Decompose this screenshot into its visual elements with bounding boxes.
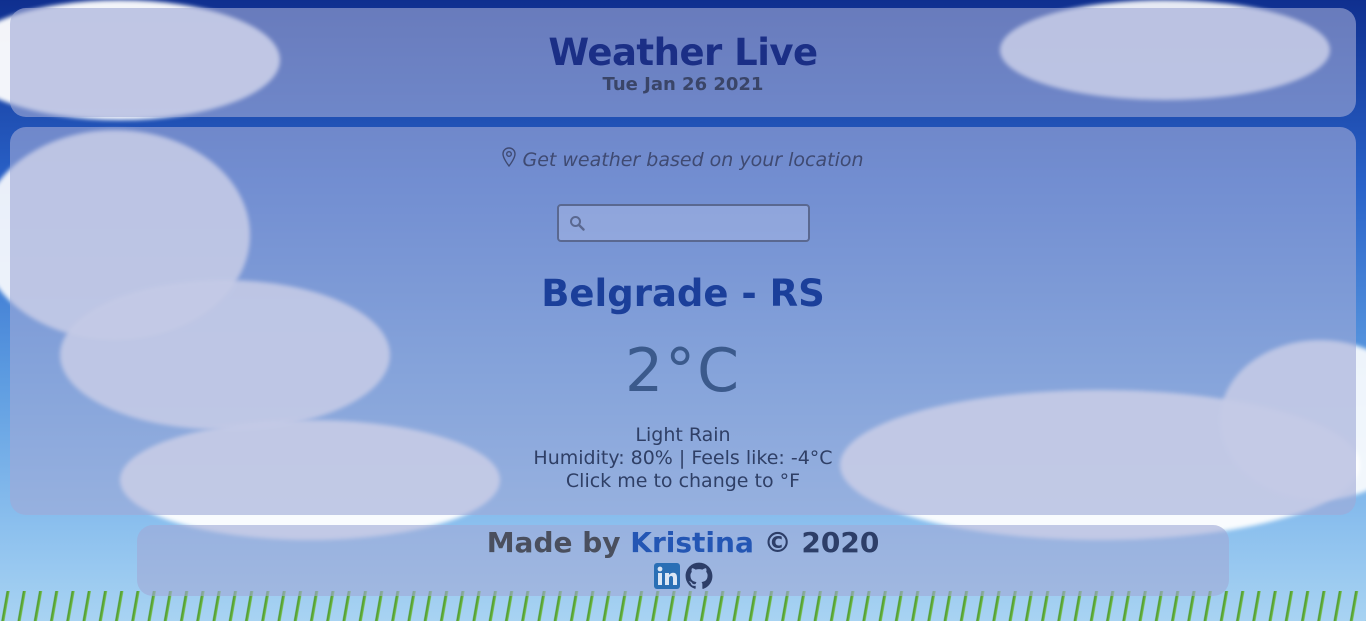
github-icon[interactable] — [685, 562, 713, 594]
weather-panel: Get weather based on your location Belgr… — [10, 127, 1356, 515]
author-link[interactable]: Kristina — [630, 526, 754, 559]
search-icon — [569, 215, 585, 235]
humidity-feels-like: Humidity: 80% | Feels like: -4°C — [533, 447, 833, 469]
header-panel: Weather Live Tue Jan 26 2021 — [10, 8, 1356, 117]
weather-details: Light Rain Humidity: 80% | Feels like: -… — [10, 424, 1356, 493]
made-by-label: Made by — [486, 526, 631, 559]
app-title: Weather Live — [548, 31, 818, 74]
get-location-link[interactable]: Get weather based on your location — [502, 147, 864, 172]
footer-panel: Made by Kristina © 2020 — [137, 525, 1229, 596]
credit-line: Made by Kristina © 2020 — [137, 526, 1229, 560]
temperature: 2°C — [624, 336, 742, 406]
copyright-label: © 2020 — [753, 526, 880, 559]
weather-condition: Light Rain — [635, 424, 731, 446]
linkedin-icon[interactable] — [653, 562, 681, 594]
unit-toggle[interactable]: Click me to change to °F — [10, 470, 1356, 493]
city-name: Belgrade - RS — [541, 272, 825, 315]
get-location-label: Get weather based on your location — [522, 148, 864, 171]
current-date: Tue Jan 26 2021 — [602, 74, 764, 95]
search-input[interactable] — [590, 208, 802, 238]
social-links — [137, 562, 1229, 594]
map-pin-icon — [502, 147, 517, 172]
city-search[interactable] — [556, 204, 810, 242]
